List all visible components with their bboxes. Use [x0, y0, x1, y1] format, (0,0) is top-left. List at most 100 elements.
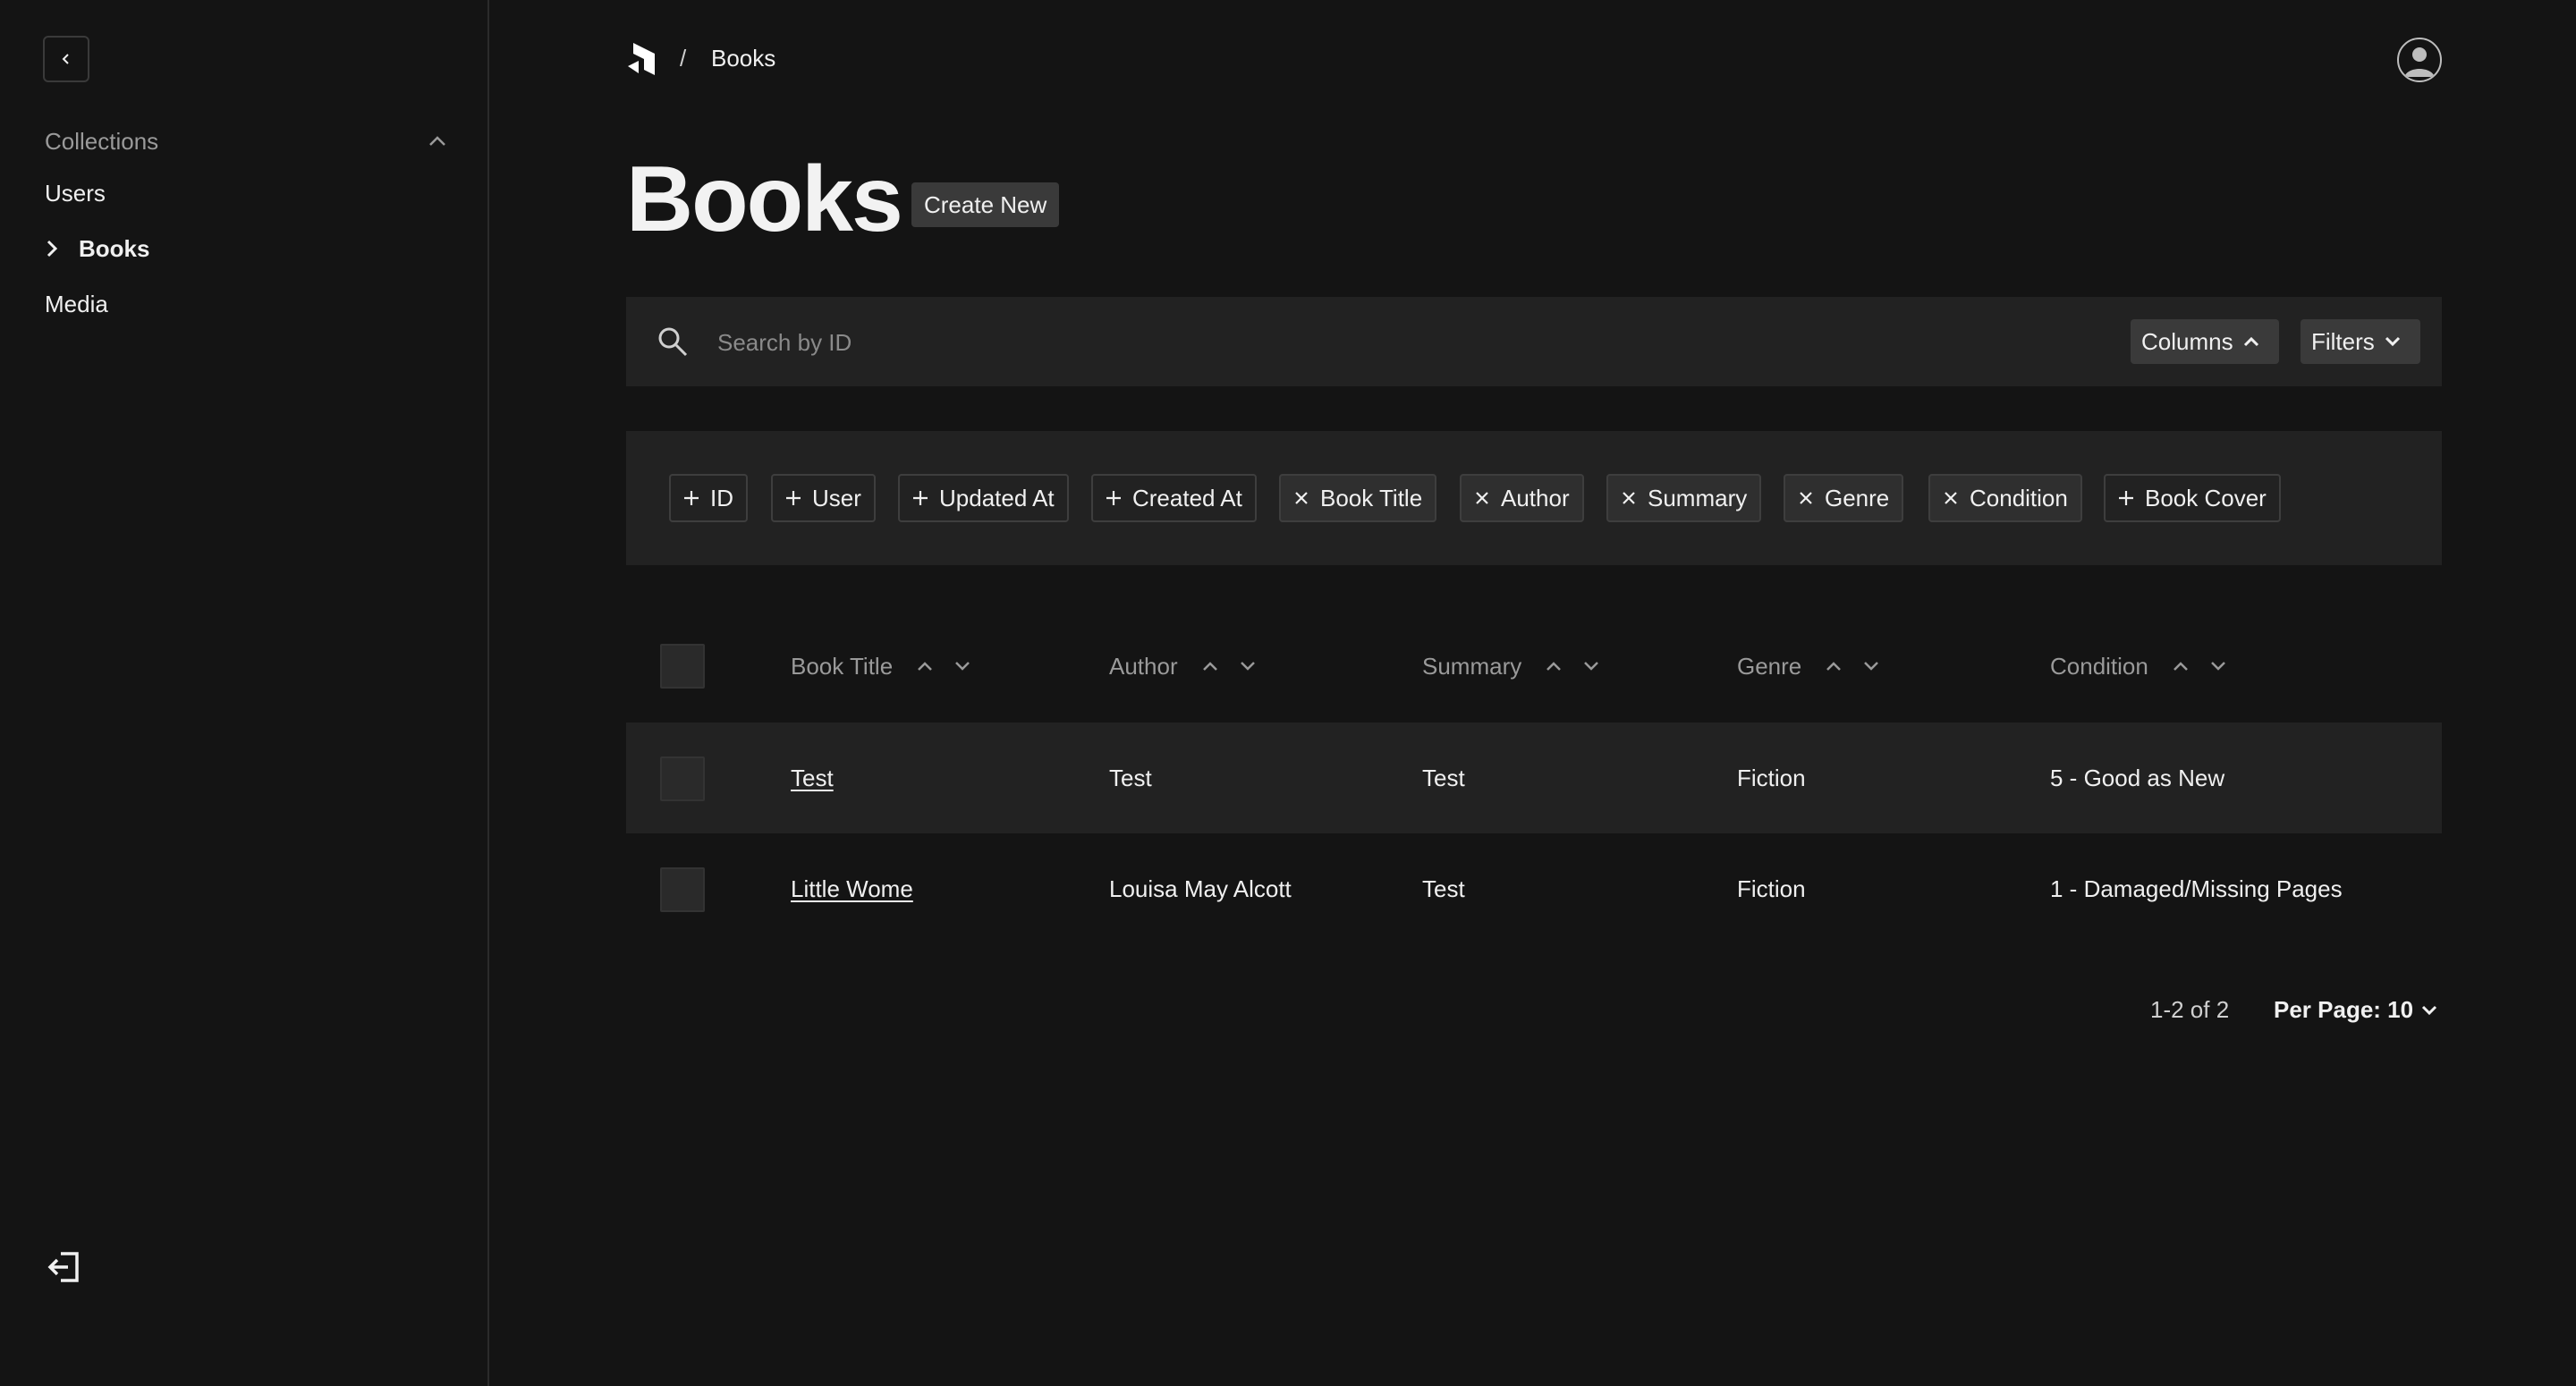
plus-icon [2119, 491, 2133, 505]
plus-icon [786, 491, 801, 505]
chevron-right-icon [45, 239, 79, 258]
column-toggle-id[interactable]: ID [669, 474, 748, 522]
chevron-down-icon [2385, 336, 2400, 347]
plus-icon [913, 491, 928, 505]
column-header-label: Genre [1737, 652, 1802, 680]
plus-icon [684, 491, 699, 505]
nav-group-label: Collections [45, 127, 159, 155]
sidebar-item-label: Users [45, 179, 106, 207]
search-input[interactable] [716, 322, 1792, 363]
filters-button[interactable]: Filters [2301, 319, 2420, 364]
table-row: Test Test Test Fiction 5 - Good as New [626, 723, 2442, 833]
table-header-row: Book Title Author Summary Genre Conditio… [626, 619, 2442, 730]
column-toggle-book-title[interactable]: Book Title [1279, 474, 1437, 522]
book-title-link[interactable]: Little Wome [791, 875, 913, 903]
table-row: Little Wome Louisa May Alcott Test Ficti… [626, 833, 2442, 944]
sort-descending-icon[interactable] [1862, 661, 1880, 672]
breadcrumb-current[interactable]: Books [711, 45, 775, 72]
per-page-select[interactable]: Per Page: 10 [2274, 996, 2438, 1024]
column-toggle-user[interactable]: User [771, 474, 876, 522]
close-icon [1800, 492, 1812, 504]
app-logo[interactable] [626, 41, 658, 77]
column-toggle-updated-at[interactable]: Updated At [898, 474, 1069, 522]
sidebar-item-books[interactable]: Books [45, 229, 149, 268]
search-icon [658, 327, 688, 357]
sort-descending-icon[interactable] [1239, 661, 1257, 672]
column-toggle-book-cover[interactable]: Book Cover [2104, 474, 2281, 522]
column-header-label: Summary [1422, 652, 1522, 680]
column-header-book-title: Book Title [791, 619, 971, 714]
sort-ascending-icon[interactable] [916, 661, 934, 672]
column-header-label: Author [1109, 652, 1178, 680]
sort-descending-icon[interactable] [2209, 661, 2227, 672]
close-icon [1295, 492, 1308, 504]
sort-descending-icon[interactable] [953, 661, 971, 672]
column-header-author: Author [1109, 619, 1257, 714]
sort-descending-icon[interactable] [1582, 661, 1600, 672]
sort-ascending-icon[interactable] [1545, 661, 1563, 672]
cell-author: Louisa May Alcott [1109, 875, 1292, 902]
sort-ascending-icon[interactable] [1825, 661, 1843, 672]
sort-ascending-icon[interactable] [2172, 661, 2190, 672]
cell-author: Test [1109, 764, 1152, 791]
column-toggle-label: Book Cover [2145, 484, 2267, 511]
page-title: Books [626, 148, 903, 251]
chevron-left-icon [62, 54, 69, 64]
column-toggle-label: ID [710, 484, 733, 511]
column-toggle-created-at[interactable]: Created At [1091, 474, 1257, 522]
book-title-link[interactable]: Test [791, 765, 834, 792]
row-checkbox[interactable] [660, 756, 705, 801]
cell-book-title: Little Wome [791, 833, 913, 944]
cell-summary: Test [1422, 764, 1465, 791]
logo-icon [628, 43, 655, 75]
cell-summary: Test [1422, 875, 1465, 902]
cell-condition: 5 - Good as New [2050, 764, 2225, 791]
row-checkbox[interactable] [660, 867, 705, 912]
user-icon [2404, 47, 2435, 77]
column-toggle-summary[interactable]: Summary [1606, 474, 1762, 522]
close-icon [1945, 492, 1957, 504]
column-toggle-label: Condition [1970, 484, 2068, 511]
columns-button[interactable]: Columns [2131, 319, 2279, 364]
filters-button-label: Filters [2311, 327, 2375, 355]
sidebar: Collections Users Books Media [0, 0, 489, 1386]
column-header-label: Condition [2050, 652, 2148, 680]
breadcrumb-separator: / [680, 45, 687, 72]
sidebar-item-label: Books [79, 234, 150, 262]
nav-group-collections[interactable]: Collections [45, 123, 447, 159]
column-header-summary: Summary [1422, 619, 1600, 714]
sort-ascending-icon[interactable] [1201, 661, 1219, 672]
column-toggle-label: Updated At [939, 484, 1055, 511]
chevron-up-icon [2243, 336, 2258, 347]
sidebar-item-users[interactable]: Users [45, 173, 106, 213]
column-toggle-genre[interactable]: Genre [1784, 474, 1904, 522]
column-toggle-label: Genre [1825, 484, 1890, 511]
column-header-label: Book Title [791, 652, 894, 680]
column-toggle-label: Created At [1132, 484, 1242, 511]
close-icon [1476, 492, 1488, 504]
chevron-down-icon [2422, 1005, 2437, 1015]
column-toggle-condition[interactable]: Condition [1928, 474, 2082, 522]
search-bar: Columns Filters [626, 297, 2442, 386]
columns-button-label: Columns [2141, 327, 2233, 355]
plus-icon [1106, 491, 1121, 505]
column-toggle-label: User [812, 484, 861, 511]
per-page-label: Per Page: 10 [2274, 996, 2414, 1023]
collapse-sidebar-button[interactable] [43, 36, 89, 82]
logout-button[interactable] [47, 1248, 84, 1286]
logout-icon [47, 1252, 79, 1282]
cell-condition: 1 - Damaged/Missing Pages [2050, 875, 2343, 902]
sidebar-item-label: Media [45, 290, 108, 317]
column-toggle-panel: ID User Updated At Created At Book Title… [626, 431, 2442, 565]
avatar[interactable] [2397, 38, 2442, 82]
column-toggle-author[interactable]: Author [1460, 474, 1584, 522]
sidebar-item-media[interactable]: Media [45, 284, 108, 324]
pagination-range: 1-2 of 2 [2150, 996, 2230, 1023]
create-new-button[interactable]: Create New [911, 182, 1060, 227]
select-all-checkbox[interactable] [660, 644, 705, 689]
column-toggle-label: Author [1501, 484, 1570, 511]
chevron-up-icon [429, 136, 445, 146]
column-header-genre: Genre [1737, 619, 1880, 714]
cell-genre: Fiction [1737, 875, 1806, 902]
column-toggle-label: Summary [1648, 484, 1748, 511]
